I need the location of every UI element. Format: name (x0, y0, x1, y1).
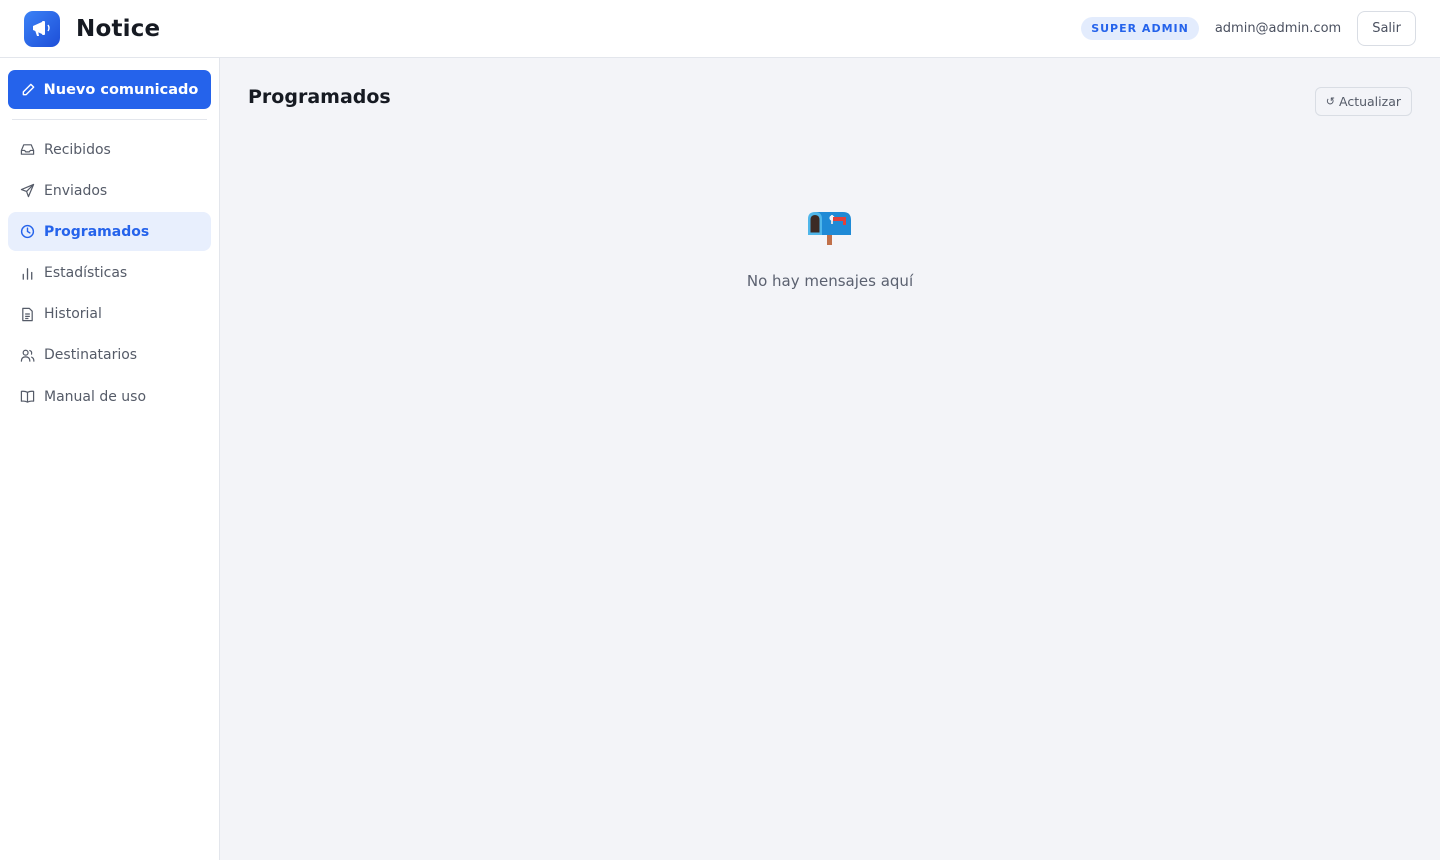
refresh-button[interactable]: ↺ Actualizar (1314, 87, 1412, 116)
document-icon (20, 307, 35, 322)
page-title: Programados (248, 86, 391, 108)
sidebar-item-destinatarios[interactable]: Destinatarios (8, 336, 211, 375)
empty-state: No hay mensajes aquí (220, 208, 1440, 290)
sidebar-item-label: Destinatarios (44, 347, 138, 364)
new-notice-label: Nuevo comunicado (43, 81, 199, 98)
app-name: Notice (76, 15, 161, 42)
user-area: SUPER ADMIN admin@admin.com Salir (1081, 11, 1416, 46)
megaphone-icon (24, 10, 60, 47)
sidebar-item-label: Manual de uso (44, 388, 147, 405)
sidebar-item-programados[interactable]: Programados (8, 212, 211, 252)
top-bar: Notice SUPER ADMIN admin@admin.com Salir (0, 0, 1440, 58)
users-icon (20, 348, 35, 363)
empty-message: No hay mensajes aquí (746, 272, 914, 290)
inbox-icon (20, 142, 35, 157)
clock-icon (20, 224, 35, 239)
sidebar-item-historial[interactable]: Historial (8, 295, 211, 334)
refresh-icon: ↺ (1325, 95, 1335, 108)
brand[interactable]: Notice (24, 10, 161, 47)
sidebar-nav: Recibidos Enviados Programados Estadísti… (8, 130, 211, 416)
sidebar-item-label: Enviados (44, 182, 108, 199)
sidebar-item-manual[interactable]: Manual de uso (8, 377, 211, 416)
user-email: admin@admin.com (1214, 21, 1342, 36)
bar-chart-icon (20, 266, 35, 281)
logout-button[interactable]: Salir (1357, 11, 1416, 46)
sidebar-item-enviados[interactable]: Enviados (8, 171, 211, 210)
sidebar: Nuevo comunicado Recibidos Enviados Prog… (0, 58, 220, 860)
main-content: Programados ↺ Actualizar No hay mensajes… (220, 58, 1440, 860)
refresh-label: Actualizar (1339, 94, 1401, 109)
sidebar-item-label: Historial (44, 306, 102, 323)
pencil-icon (21, 82, 36, 97)
send-icon (20, 183, 35, 198)
role-badge: SUPER ADMIN (1081, 17, 1199, 40)
book-icon (20, 389, 35, 404)
sidebar-divider (12, 119, 207, 120)
sidebar-item-label: Recibidos (44, 141, 111, 158)
mailbox-icon (807, 208, 853, 250)
sidebar-item-estadisticas[interactable]: Estadísticas (8, 254, 211, 293)
new-notice-button[interactable]: Nuevo comunicado (8, 70, 211, 109)
sidebar-item-recibidos[interactable]: Recibidos (8, 130, 211, 169)
sidebar-item-label: Programados (44, 223, 150, 240)
sidebar-item-label: Estadísticas (44, 265, 128, 282)
